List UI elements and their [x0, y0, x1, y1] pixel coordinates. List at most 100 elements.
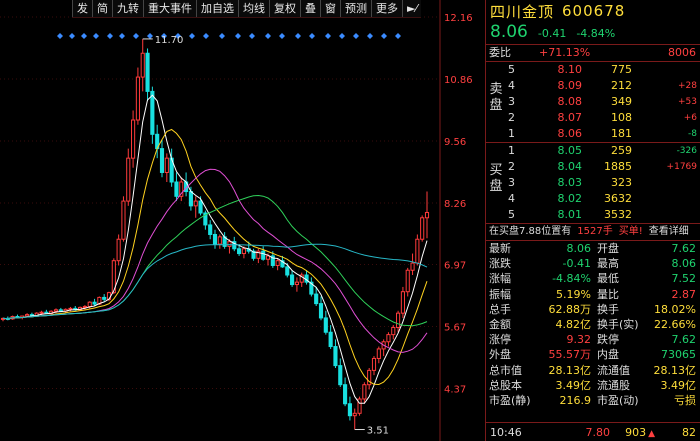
price-line: 8.06 -0.41 -4.84%	[486, 22, 700, 44]
candle-body	[328, 331, 333, 348]
candle[interactable]	[116, 234, 121, 266]
stock-title: 四川金顶 600678	[486, 0, 700, 22]
tb-adjust-button[interactable]: 复权	[269, 0, 300, 17]
candle-body	[400, 291, 405, 314]
ratio-diff: 8006	[668, 46, 696, 59]
sell-level-num: 1	[508, 127, 515, 140]
notice-detail-link[interactable]: 查看详细	[649, 224, 689, 240]
stat-v2: 3.49亿	[660, 378, 697, 392]
candle-body	[68, 307, 73, 310]
candle-body	[25, 314, 30, 317]
buy-price: 8.01	[557, 208, 583, 221]
big-order-notice: 在买盘7.88位置有 1527手 买单! 查看详细	[486, 224, 700, 240]
stat-v2: 7.62	[671, 333, 697, 347]
sell-volume: 108	[611, 111, 632, 124]
sell-level-1[interactable]: 1 8.06 181 -8	[486, 126, 700, 142]
tb-more-button[interactable]: 更多	[371, 0, 402, 17]
candle[interactable]	[357, 396, 362, 416]
tb-fa-button[interactable]: 发	[72, 0, 92, 17]
sell-level-2[interactable]: 2 8.07 108 +6	[486, 110, 700, 126]
price-tick-label: 4.37	[444, 385, 466, 396]
buy-level-4[interactable]: 4 8.02 3632	[486, 191, 700, 207]
buy-level-5[interactable]: 5 8.01 3532	[486, 207, 700, 223]
candle[interactable]	[420, 215, 425, 242]
candle-body	[174, 181, 179, 197]
stat-row: 涨跌 -0.41 最高 8.06	[486, 256, 700, 271]
stat-k1: 振幅	[489, 287, 511, 301]
chart-toolbar: 发 简 九转 重大事件 加自选 均线 复权 叠 窗 预测 更多 ►⁄	[72, 0, 422, 18]
candle[interactable]	[415, 234, 420, 266]
candle-body	[391, 326, 396, 336]
stock-code: 600678	[562, 2, 626, 20]
sell-level-num: 2	[508, 111, 515, 124]
last-price: 8.06	[490, 22, 528, 42]
stat-v1: 3.49亿	[555, 378, 592, 392]
stat-v1: 28.13亿	[548, 363, 592, 377]
stat-k1: 外盘	[489, 348, 511, 362]
candle-body	[159, 148, 165, 173]
sell-level-3[interactable]: 3 8.08 349 +53	[486, 94, 700, 110]
kline-chart[interactable]: 12.16 10.86 9.56 8.26 6.97 5.67 4.37 11.70 3.51	[0, 0, 485, 441]
stat-v2: 7.52	[671, 272, 697, 286]
candle[interactable]	[121, 196, 126, 242]
stat-v2: 亏损	[674, 393, 696, 407]
stat-v1: 9.32	[566, 333, 592, 347]
stat-row: 市盈(静) 216.9 市盈(动) 亏损	[486, 393, 700, 408]
buy-level-3[interactable]: 3 8.03 323	[486, 175, 700, 191]
price-tick-label: 6.97	[444, 261, 466, 272]
stat-row: 金额 4.82亿 换手(实) 22.66%	[486, 317, 700, 332]
ratio-label: 委比	[489, 46, 511, 59]
sell-level-4[interactable]: 4 8.09 212 +28	[486, 78, 700, 94]
sell-volume: 775	[611, 63, 632, 76]
stat-k1: 总市值	[489, 363, 522, 377]
tb-jian-button[interactable]: 简	[92, 0, 112, 17]
candle-body	[371, 357, 377, 371]
sell-volume-change: +53	[678, 97, 697, 107]
candle-body	[424, 212, 430, 219]
tb-jiuzhuan-button[interactable]: 九转	[112, 0, 143, 17]
candle-body	[275, 260, 280, 266]
candle[interactable]	[405, 267, 410, 297]
candle-body	[352, 412, 357, 417]
candle-body	[386, 334, 391, 343]
buy-volume: 323	[611, 176, 632, 189]
tb-forecast-button[interactable]: 预测	[340, 0, 371, 17]
ratio-pct: +71.13%	[539, 46, 591, 59]
candle-body	[145, 52, 150, 92]
buy-price: 8.04	[557, 160, 583, 173]
stat-k1: 市盈(静)	[489, 393, 531, 407]
low-label: 3.51	[367, 426, 389, 437]
stat-k1: 金额	[489, 317, 511, 331]
buy-level-num: 3	[508, 176, 515, 189]
tb-window-button[interactable]: 窗	[320, 0, 340, 17]
candle-body	[82, 305, 87, 308]
buy-level-2[interactable]: 2 8.04 1885 +1769	[486, 159, 700, 175]
stat-k2: 流通值	[597, 363, 630, 377]
stat-v2: 2.87	[671, 287, 697, 301]
tb-ma-button[interactable]: 均线	[238, 0, 269, 17]
candle-body	[140, 52, 145, 78]
stat-v2: 18.02%	[654, 302, 696, 316]
stat-k2: 内盘	[597, 348, 619, 362]
tb-events-button[interactable]: 重大事件	[143, 0, 196, 17]
sell-level-5[interactable]: 5 8.10 775	[486, 62, 700, 78]
sell-level-num: 3	[508, 95, 515, 108]
stat-row: 最新 8.06 开盘 7.62	[486, 241, 700, 256]
stat-v1: 62.88万	[548, 302, 592, 316]
buy-level-1[interactable]: 1 8.05 259 -326	[486, 143, 700, 159]
candle-body	[338, 365, 343, 386]
up-arrow-icon: ▲	[648, 428, 655, 439]
stat-v1: -0.41	[562, 257, 591, 271]
sell-volume-change: +28	[678, 81, 697, 91]
candle-body	[92, 301, 97, 305]
stat-k2: 最高	[597, 257, 619, 271]
candle-body	[405, 269, 410, 293]
candle-body	[164, 157, 169, 173]
candle-body	[131, 119, 136, 159]
tick-price: 7.80	[585, 425, 611, 439]
tb-add-watch-button[interactable]: 加自选	[196, 0, 238, 17]
buy-book: 买盘 1 8.05 259 -326 2 8.04 1885 +1769 3 8.03 323 4 8.…	[486, 143, 700, 223]
candle[interactable]	[400, 286, 405, 318]
step-arrow-icon[interactable]: ►⁄	[402, 0, 421, 17]
tb-overlay-button[interactable]: 叠	[300, 0, 320, 17]
